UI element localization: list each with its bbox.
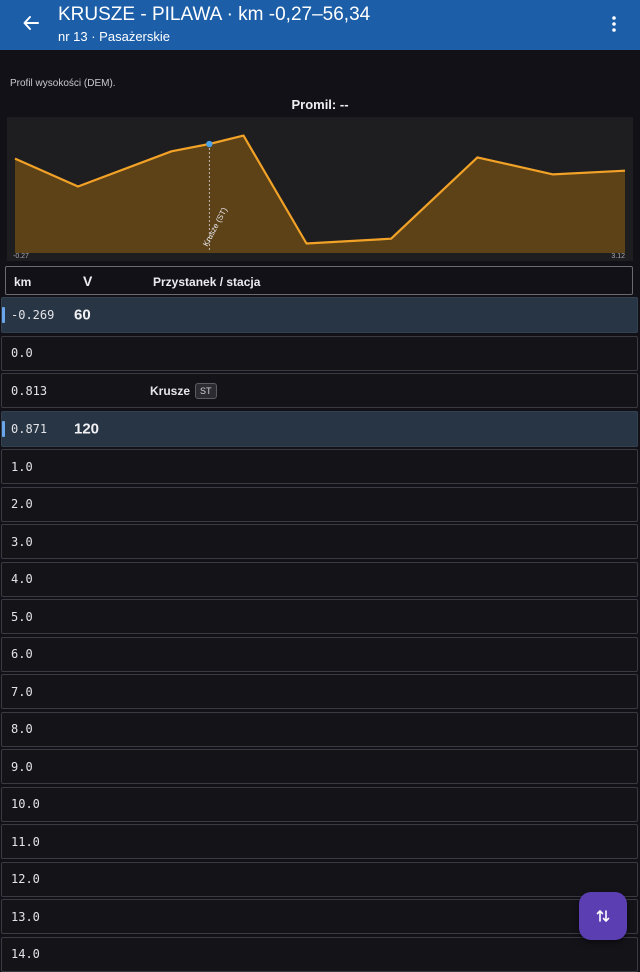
table-row[interactable]: 6.0 xyxy=(1,636,638,672)
speed-change-marker xyxy=(2,420,5,437)
row-km: 0.871 xyxy=(11,421,48,436)
arrow-back-icon xyxy=(23,16,39,30)
table-row[interactable]: 5.0 xyxy=(1,599,638,634)
row-km: 6.0 xyxy=(11,647,33,661)
row-km: 8.0 xyxy=(11,722,33,736)
table-row[interactable]: 0.871 120 xyxy=(1,410,638,447)
row-km: 12.0 xyxy=(11,872,40,886)
row-km: 2.0 xyxy=(11,497,33,511)
page-subtitle: nr 13 · Pasażerskie xyxy=(58,29,170,44)
table-row[interactable]: 2.0 xyxy=(1,486,638,522)
page-title: KRUSZE - PILAWA · km -0,27–56,34 xyxy=(58,4,371,25)
table-row[interactable]: 10.0 xyxy=(1,786,638,822)
speed-change-marker xyxy=(2,307,5,323)
table-row[interactable]: -0.269 60 xyxy=(1,297,638,333)
table-row[interactable]: 12.0 xyxy=(1,861,638,897)
swap-vert-icon xyxy=(596,910,610,922)
row-km: 0.0 xyxy=(11,346,33,360)
station-type-badge: ST xyxy=(195,382,217,399)
station-marker-dot xyxy=(206,140,213,148)
app-bar: KRUSZE - PILAWA · km -0,27–56,34 nr 13 ·… xyxy=(0,0,640,50)
row-km: 10.0 xyxy=(11,797,40,811)
swap-direction-button[interactable] xyxy=(579,892,627,940)
table-row[interactable]: 11.0 xyxy=(1,824,638,859)
row-km: 11.0 xyxy=(11,834,40,849)
row-km: 5.0 xyxy=(11,609,33,624)
row-speed: 120 xyxy=(74,420,100,437)
promil-readout: Promil: -- xyxy=(291,97,349,112)
profile-label: Profil wysokości (DEM). xyxy=(10,78,116,89)
row-speed: 60 xyxy=(74,306,91,324)
row-km: -0.269 xyxy=(11,308,55,322)
table-row[interactable]: 9.0 xyxy=(1,749,638,784)
appbar-titles: KRUSZE - PILAWA · km -0,27–56,34 nr 13 ·… xyxy=(58,4,370,46)
stop-name: Krusze xyxy=(150,383,191,398)
table-row[interactable]: 13.0 xyxy=(1,899,638,934)
row-km: 1.0 xyxy=(11,459,33,474)
table-row[interactable]: 1.0 xyxy=(1,449,638,484)
table-row[interactable]: 14.0 xyxy=(1,936,638,972)
table-row[interactable]: 0.0 xyxy=(1,335,638,371)
back-button[interactable] xyxy=(14,8,48,38)
x-min-tick: -0.27 xyxy=(13,253,29,260)
row-km: 9.0 xyxy=(11,759,33,774)
header-stop: Przystanek / stacja xyxy=(153,275,261,289)
row-km: 0.813 xyxy=(11,383,48,398)
table-row[interactable]: 0.813 Krusze ST xyxy=(1,373,638,408)
more-menu-button[interactable] xyxy=(602,10,626,38)
row-stop: Krusze ST xyxy=(150,382,217,399)
table-row[interactable]: 4.0 xyxy=(1,561,638,597)
table-row[interactable]: 7.0 xyxy=(1,674,638,709)
table-row[interactable]: 8.0 xyxy=(1,711,638,747)
row-km: 14.0 xyxy=(11,947,40,961)
x-max-tick: 3.12 xyxy=(611,253,625,260)
table-row[interactable]: 3.0 xyxy=(1,524,638,559)
row-km: 7.0 xyxy=(11,684,33,699)
header-speed: V xyxy=(83,273,93,289)
more-vert-icon xyxy=(612,16,616,32)
row-km: 4.0 xyxy=(11,572,33,586)
row-km: 3.0 xyxy=(11,534,33,549)
table-header: km V Przystanek / stacja xyxy=(5,266,633,295)
elevation-chart[interactable]: Krusze (ST) -0.27 3.12 xyxy=(7,117,633,261)
header-km: km xyxy=(14,275,32,289)
row-km: 13.0 xyxy=(11,909,40,924)
